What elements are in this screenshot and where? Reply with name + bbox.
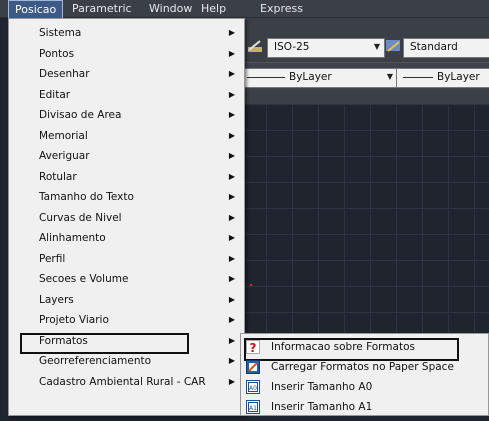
- styles-toolbar: ISO-25 ▼ Standard: [240, 18, 489, 62]
- tablestyle-value: Standard: [410, 41, 458, 53]
- menu-express[interactable]: Express: [254, 0, 309, 18]
- menu-item-label: Memorial: [39, 129, 88, 142]
- menu-item[interactable]: Perfil ▶: [9, 249, 244, 269]
- chevron-down-icon: ▼: [386, 72, 393, 81]
- menu-item-label: Averiguar: [39, 150, 90, 162]
- menu-item-label: Layers: [39, 293, 74, 306]
- svg-text:A0: A0: [249, 385, 257, 392]
- menu-item[interactable]: Averiguar ▶: [9, 146, 244, 166]
- menu-item-label: Desenhar: [39, 68, 90, 80]
- canvas-header: [240, 90, 489, 104]
- menu-item-label: Divisao de Area: [39, 109, 122, 121]
- menu-item-label: Alinhamento: [39, 232, 106, 244]
- submenu-arrow-icon: ▶: [228, 294, 235, 304]
- menu-item-label: Sistema: [39, 27, 82, 39]
- menu-item-label: Secoes e Volume: [39, 273, 129, 285]
- menu-item[interactable]: Alinhamento ▶: [9, 228, 244, 248]
- menu-item-label: Curvas de Nivel: [39, 211, 122, 224]
- menu-item[interactable]: Layers ▶: [9, 290, 244, 310]
- dimstyle-value: ISO-25: [274, 41, 310, 53]
- posicao-menu: Sistema ▶ Pontos ▶ Desenhar ▶ Editar ▶ Divisao d…: [8, 18, 245, 416]
- lineweight-select[interactable]: ByLayer: [396, 68, 489, 88]
- submenu-arrow-icon: ▶: [228, 315, 235, 324]
- submenu-arrow-icon: ▶: [228, 253, 235, 263]
- menu-item[interactable]: Rotular ▶: [9, 167, 244, 187]
- menu-item-label: Pontos: [39, 47, 75, 60]
- submenu-arrow-icon: ▶: [228, 171, 235, 181]
- submenu-arrow-icon: ▶: [228, 89, 235, 99]
- submenu-arrow-icon: ▶: [228, 110, 235, 119]
- line-sample: [403, 76, 433, 78]
- menu-posicao[interactable]: Posicao: [8, 0, 64, 20]
- menu-item[interactable]: Projeto Viario ▶: [9, 310, 244, 330]
- menu-item-label: Rotular: [39, 170, 77, 183]
- submenu-arrow-icon: ▶: [228, 356, 235, 365]
- submenu-arrow-icon: ▶: [228, 28, 235, 37]
- submenu-arrow-icon: ▶: [228, 212, 235, 222]
- lineweight-value: ByLayer: [437, 71, 480, 83]
- submenu-arrow-icon: ▶: [228, 192, 235, 201]
- menu-item[interactable]: Editar ▶: [9, 85, 244, 105]
- paper-space-icon: [246, 360, 260, 374]
- menu-item[interactable]: Tamanho do Texto ▶: [9, 187, 244, 207]
- svg-text:A1: A1: [249, 405, 257, 412]
- properties-toolbar: ByLayer ▼ ByLayer: [240, 62, 489, 90]
- menu-item-label: Editar: [39, 88, 71, 101]
- menu-item[interactable]: Sistema ▶: [9, 23, 244, 43]
- menu-parametric[interactable]: Parametric: [66, 0, 138, 18]
- menu-item-label: Cadastro Ambiental Rural - CAR: [39, 375, 206, 388]
- line-sample: [247, 76, 285, 78]
- submenu-item[interactable]: ? Informacao sobre Formatos: [241, 337, 489, 361]
- submenu-arrow-icon: ▶: [228, 335, 235, 345]
- menu-item-label: Tamanho do Texto: [39, 191, 134, 203]
- menu-item[interactable]: Georreferenciamento ▶: [9, 351, 244, 371]
- submenu-item[interactable]: A0 Inserir Tamanho A0: [241, 377, 489, 397]
- sheet-a1-icon: A1: [246, 400, 260, 414]
- submenu-item-label: Carregar Formatos no Paper Space: [271, 361, 454, 373]
- sheet-a0-icon: A0: [246, 380, 260, 394]
- submenu-arrow-icon: ▶: [228, 130, 235, 140]
- menu-item[interactable]: Formatos ▶: [9, 331, 244, 354]
- submenu-item[interactable]: A1 Inserir Tamanho A1: [241, 397, 489, 417]
- menu-help[interactable]: Help: [195, 0, 232, 18]
- submenu-arrow-icon: ▶: [228, 48, 235, 58]
- linetype-select[interactable]: ByLayer ▼: [240, 68, 398, 88]
- menu-item-label: Georreferenciamento: [39, 355, 152, 367]
- menu-item[interactable]: Desenhar ▶: [9, 64, 244, 84]
- tablestyle-icon[interactable]: [385, 38, 401, 54]
- submenu-arrow-icon: ▶: [228, 233, 235, 242]
- menu-item[interactable]: Secoes e Volume ▶: [9, 269, 244, 289]
- menu-window[interactable]: Window: [143, 0, 198, 18]
- submenu-arrow-icon: ▶: [228, 376, 235, 386]
- tablestyle-select[interactable]: Standard: [403, 38, 489, 58]
- menu-item[interactable]: Curvas de Nivel ▶: [9, 208, 244, 228]
- menu-item[interactable]: Pontos ▶: [9, 44, 244, 64]
- formatos-submenu: ? Informacao sobre Formatos Carregar Forma…: [240, 333, 489, 416]
- dimstyle-icon[interactable]: [247, 38, 263, 54]
- submenu-arrow-icon: ▶: [228, 274, 235, 283]
- menu-item[interactable]: Cadastro Ambiental Rural - CAR ▶: [9, 372, 244, 392]
- drawing-mark: [250, 284, 252, 286]
- chevron-down-icon: ▼: [373, 42, 380, 51]
- submenu-item-label: Inserir Tamanho A1: [271, 401, 373, 413]
- menu-item[interactable]: Memorial ▶: [9, 126, 244, 146]
- submenu-item-label: Inserir Tamanho A0: [271, 381, 373, 393]
- dimstyle-select[interactable]: ISO-25 ▼: [267, 38, 385, 58]
- menu-item[interactable]: Divisao de Area ▶: [9, 105, 244, 125]
- menu-bar: Posicao Parametric Window Help Express: [0, 0, 489, 20]
- submenu-arrow-icon: ▶: [228, 151, 235, 160]
- submenu-item[interactable]: Carregar Formatos no Paper Space: [241, 357, 489, 377]
- menu-item-label: Projeto Viario: [39, 314, 109, 326]
- linetype-value: ByLayer: [289, 71, 332, 83]
- submenu-arrow-icon: ▶: [228, 69, 235, 78]
- menu-item-label: Perfil: [39, 252, 66, 265]
